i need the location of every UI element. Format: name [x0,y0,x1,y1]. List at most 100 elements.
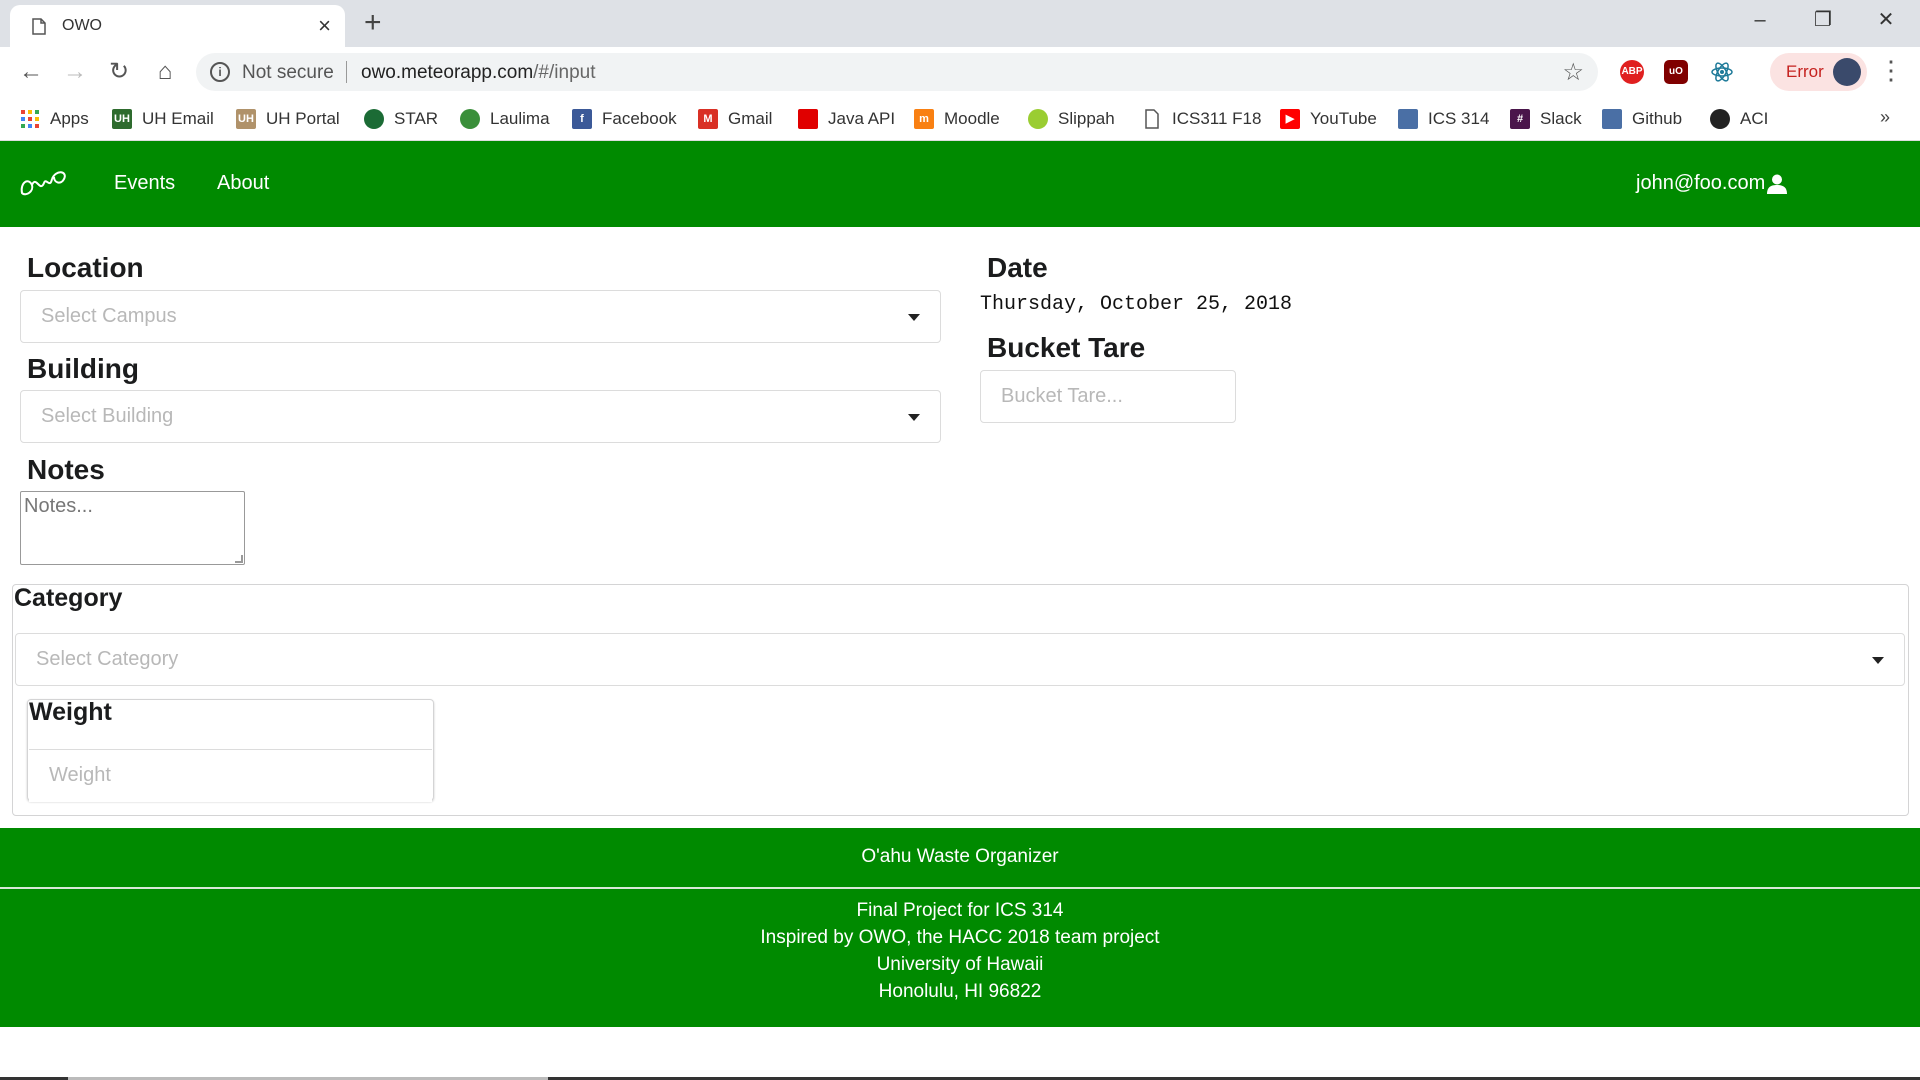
bookmark-label: Facebook [602,109,677,128]
dropdown-caret-icon [908,314,920,321]
browser-tab[interactable]: OWO × [10,5,345,47]
bookmark-label: YouTube [1310,109,1377,128]
back-arrow-icon[interactable]: ← [16,57,46,87]
bookmarks-overflow-icon[interactable]: » [1880,107,1890,128]
url-text[interactable]: owo.meteorapp.com/#/input [361,62,595,84]
bookmark-label: Java API [828,109,896,128]
security-label[interactable]: Not secure [242,62,334,84]
facebook-icon: f [572,109,592,129]
bookmark-label: ICS311 F18 [1172,109,1262,128]
bookmark-gmail[interactable]: M Gmail [698,105,772,133]
date-value: Thursday, October 25, 2018 [980,293,1293,316]
address-toolbar: ← → ↻ ⌂ i Not secure owo.meteorapp.com/#… [0,47,1920,97]
bookmark-slippah[interactable]: Slippah [1028,105,1115,133]
bookmark-label: Apps [50,109,89,128]
uh-icon: UH [112,109,132,129]
bookmark-facebook[interactable]: f Facebook [572,105,677,133]
date-label: Date [987,252,1048,283]
bookmarks-bar: Apps UH UH Email UH UH Portal STAR Laulima f Fac… [0,97,1920,141]
tab-close-icon[interactable]: × [318,13,331,39]
leaf-icon [460,109,480,129]
weight-placeholder: Weight [49,764,111,786]
forward-arrow-icon[interactable]: → [60,57,90,87]
location-label: Location [27,252,144,283]
bookmark-github[interactable]: Github [1602,105,1682,133]
bookmark-star[interactable]: STAR [364,105,438,133]
adblock-extension-icon[interactable]: ABP [1620,60,1644,84]
nav-events-link[interactable]: Events [114,172,175,195]
star-logo-icon [364,109,384,129]
moodle-icon: m [914,109,934,129]
bookmark-java-api[interactable]: Java API [798,105,895,133]
app-navbar: Events About john@foo.com [0,141,1920,227]
slack-icon: # [1510,109,1530,129]
profile-error-label: Error [1786,62,1824,81]
notes-textarea[interactable]: Notes... [20,491,245,565]
browser-menu-icon[interactable]: ⋮ [1878,55,1904,85]
youtube-icon: ▶ [1280,109,1300,129]
weight-input[interactable]: Weight [29,749,432,802]
close-window-button[interactable]: ✕ [1866,4,1906,36]
react-devtools-icon[interactable] [1710,60,1734,84]
info-icon[interactable]: i [210,62,230,82]
oracle-icon [798,109,818,129]
bucket-tare-label: Bucket Tare [987,332,1146,363]
slippah-icon [1028,109,1048,129]
new-tab-button[interactable]: + [364,6,382,40]
footer-line-university: University of Hawaii [876,954,1044,975]
bookmark-star-icon[interactable]: ☆ [1562,58,1584,87]
profile-error-button[interactable]: Error [1770,53,1867,91]
bookmark-laulima[interactable]: Laulima [460,105,550,133]
campus-select-placeholder: Select Campus [41,305,177,327]
bookmark-label: Laulima [490,109,550,128]
footer-title-bar: O'ahu Waste Organizer [0,828,1920,887]
bookmark-ics311-f18[interactable]: ICS311 F18 [1142,105,1261,133]
avatar [1833,58,1861,86]
bookmark-aci[interactable]: ACI [1710,105,1768,133]
category-label: Category [14,584,123,612]
page-icon [32,18,46,35]
minimize-button[interactable]: – [1740,4,1780,36]
bookmark-label: Github [1632,109,1683,128]
page-icon [1142,109,1162,129]
user-menu[interactable]: john@foo.com [1636,172,1788,195]
resize-grip-icon[interactable] [235,555,243,563]
notes-label: Notes [27,454,105,485]
bookmark-slack[interactable]: # Slack [1510,105,1582,133]
restore-button[interactable]: ❐ [1803,4,1843,36]
building-select-placeholder: Select Building [41,405,174,427]
category-select-placeholder: Select Category [36,648,179,670]
apps-grid-icon [20,109,40,129]
user-email: john@foo.com [1636,172,1766,194]
bookmark-label: UH Portal [266,109,340,128]
building-select[interactable]: Select Building [20,390,941,443]
bookmark-moodle[interactable]: m Moodle [914,105,1000,133]
bookmark-label: ICS 314 [1428,109,1490,128]
owo-logo-icon[interactable] [18,163,70,203]
square-icon [1398,109,1418,129]
bookmark-uh-email[interactable]: UH UH Email [112,105,214,133]
ublock-extension-icon[interactable]: uO [1664,60,1688,84]
bookmark-youtube[interactable]: ▶ YouTube [1280,105,1377,133]
campus-select[interactable]: Select Campus [20,290,941,343]
omnibox[interactable]: i Not secure owo.meteorapp.com/#/input ☆ [196,53,1598,91]
bookmark-ics-314[interactable]: ICS 314 [1398,105,1489,133]
category-select[interactable]: Select Category [15,633,1905,686]
bucket-tare-placeholder: Bucket Tare... [1001,385,1123,407]
building-label: Building [27,353,139,384]
bookmark-label: STAR [394,109,439,128]
bucket-tare-input[interactable]: Bucket Tare... [980,370,1236,423]
url-host: owo.meteorapp.com [361,62,534,83]
bookmark-label: ACI [1740,109,1769,128]
gmail-icon: M [698,109,718,129]
notes-placeholder: Notes... [24,495,93,517]
bookmark-uh-portal[interactable]: UH UH Portal [236,105,340,133]
bookmark-label: Moodle [944,109,1000,128]
bookmark-label: Slack [1540,109,1582,128]
bookmark-apps[interactable]: Apps [20,105,89,133]
home-icon[interactable]: ⌂ [150,57,180,87]
footer-line-address: Honolulu, HI 96822 [878,981,1042,1002]
reload-icon[interactable]: ↻ [104,57,134,87]
nav-about-link[interactable]: About [217,172,269,195]
footer-line-project: Final Project for ICS 314 [856,900,1064,921]
